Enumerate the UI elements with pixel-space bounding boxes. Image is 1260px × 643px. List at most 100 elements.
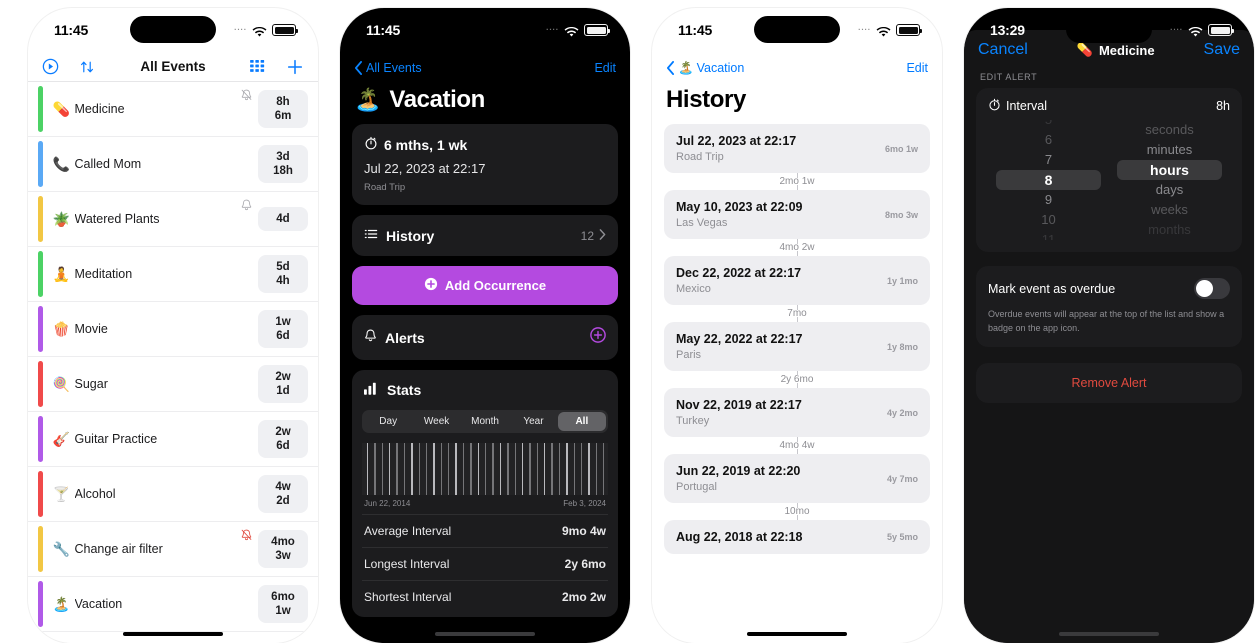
event-row[interactable]: 🪴 Watered Plants 4d: [28, 192, 318, 247]
number-option[interactable]: 7: [996, 150, 1100, 170]
history-entry[interactable]: Aug 22, 2018 at 22:18 5y 5mo: [664, 520, 930, 554]
elapsed-secondary: 4h: [276, 275, 290, 287]
back-button[interactable]: 🏝️ Vacation: [666, 61, 744, 76]
history-gap-label: 2y 6mo: [664, 371, 930, 388]
elapsed-secondary: 6d: [276, 330, 290, 342]
phone-edit-alert: 13:29 .... Cancel 💊 Medicine Save EDIT A…: [964, 8, 1254, 643]
history-entry[interactable]: May 10, 2023 at 22:09 Las Vegas 8mo 3w: [664, 190, 930, 239]
timeline-tick: [374, 443, 376, 495]
bell-slash-icon: [241, 88, 252, 101]
history-entry-note: Turkey: [676, 415, 710, 427]
elapsed-primary: 4d: [276, 212, 290, 225]
stats-segmented-control[interactable]: Day Week Month Year All: [362, 410, 608, 433]
history-entry-note: Mexico: [676, 283, 711, 295]
stats-segment-month[interactable]: Month: [461, 412, 509, 431]
event-row[interactable]: 📞 Called Mom 3d 18h: [28, 137, 318, 192]
stat-row: Shortest Interval 2mo 2w: [362, 580, 608, 613]
event-emoji: 🍿: [52, 320, 71, 337]
number-option[interactable]: 6: [996, 130, 1100, 150]
number-option[interactable]: 8: [996, 170, 1101, 190]
overdue-toggle[interactable]: [1194, 278, 1230, 299]
grid-view-icon[interactable]: [250, 59, 266, 74]
add-alert-icon[interactable]: [590, 327, 606, 348]
list-icon: [364, 227, 378, 244]
elapsed-secondary: 1w: [275, 605, 291, 617]
unit-option[interactable]: days: [1117, 180, 1221, 200]
add-occurrence-label: Add Occurrence: [444, 278, 547, 293]
events-toolbar: All Events: [28, 52, 318, 82]
interval-picker-card: Interval 8h 567891011 secondsminuteshour…: [976, 88, 1242, 252]
event-row[interactable]: 💊 Medicine 8h 6m: [28, 82, 318, 137]
event-elapsed-badge: 1w 6d: [258, 309, 308, 349]
history-entry-date: Jul 22, 2023 at 22:17: [676, 134, 797, 148]
remove-alert-button[interactable]: Remove Alert: [976, 363, 1242, 403]
alerts-row[interactable]: Alerts: [352, 315, 618, 360]
plus-circle-filled-icon: [424, 277, 438, 294]
unit-option[interactable]: months: [1117, 220, 1221, 240]
screenshot-stage: 11:45 .... All Events 💊 Medicine 8h 6m 📞…: [0, 0, 1260, 643]
phone-history: 11:45 .... 🏝️ Vacation Edit History Jul …: [652, 8, 942, 643]
stats-segment-year[interactable]: Year: [509, 412, 557, 431]
cancel-button[interactable]: Cancel: [978, 41, 1028, 59]
event-row[interactable]: 🍸 Alcohol 4w 2d: [28, 467, 318, 522]
elapsed-primary: 2w: [275, 425, 291, 438]
plus-icon[interactable]: [286, 58, 304, 76]
history-entry-ago: 4y 7mo: [886, 473, 918, 484]
event-row[interactable]: 🎸 Guitar Practice 2w 6d: [28, 412, 318, 467]
timeline-tick: [558, 443, 561, 495]
back-button[interactable]: All Events: [354, 61, 422, 75]
history-count: 12: [580, 228, 594, 243]
history-row[interactable]: History 12: [352, 215, 618, 256]
elapsed-secondary: 3w: [275, 550, 291, 562]
save-button[interactable]: Save: [1204, 41, 1240, 59]
event-row[interactable]: 🧘 Meditation 5d 4h: [28, 247, 318, 302]
history-entry[interactable]: Dec 22, 2022 at 22:17 Mexico 1y 1mo: [664, 256, 930, 305]
event-name: Vacation: [74, 597, 123, 611]
event-emoji: 🍸: [52, 485, 71, 502]
occurrence-timeline-chart: [362, 443, 608, 495]
event-row[interactable]: 🍿 Movie 1w 6d: [28, 302, 318, 357]
edit-button[interactable]: Edit: [906, 61, 928, 75]
history-entry[interactable]: Jun 22, 2019 at 22:20 Portugal 4y 7mo: [664, 454, 930, 503]
unit-option[interactable]: hours: [1117, 160, 1222, 180]
unit-option[interactable]: minutes: [1117, 140, 1221, 160]
dynamic-island: [1066, 16, 1152, 43]
history-entry[interactable]: Jul 22, 2023 at 22:17 Road Trip 6mo 1w: [664, 124, 930, 173]
history-entry[interactable]: Nov 22, 2019 at 22:17 Turkey 4y 2mo: [664, 388, 930, 437]
number-option[interactable]: 5: [996, 120, 1100, 130]
event-row[interactable]: 🍭 Sugar 2w 1d: [28, 357, 318, 412]
back-emoji: 🏝️: [678, 60, 694, 75]
unit-option[interactable]: weeks: [1117, 200, 1221, 220]
number-option[interactable]: 11: [996, 230, 1100, 240]
history-entry-note: Las Vegas: [676, 217, 728, 229]
interval-picker[interactable]: 567891011 secondsminuteshoursdaysweeksmo…: [988, 120, 1230, 240]
alerts-row-left: Alerts: [364, 329, 425, 346]
edit-button[interactable]: Edit: [594, 61, 616, 75]
summary-card[interactable]: 6 mths, 1 wk Jul 22, 2023 at 22:17 Road …: [352, 124, 618, 205]
timeline-tick: [603, 443, 605, 495]
stats-segment-week[interactable]: Week: [412, 412, 460, 431]
add-occurrence-button[interactable]: Add Occurrence: [352, 266, 618, 305]
sort-arrows-icon[interactable]: [79, 59, 95, 75]
number-picker-wheel[interactable]: 567891011: [988, 120, 1109, 240]
number-option[interactable]: 9: [996, 190, 1100, 210]
bell-icon: [241, 198, 252, 211]
history-entry-date: Dec 22, 2022 at 22:17: [676, 266, 802, 280]
history-entry[interactable]: May 22, 2022 at 22:17 Paris 1y 8mo: [664, 322, 930, 371]
play-circle-icon[interactable]: [42, 58, 59, 75]
chart-range-labels: Jun 22, 2014 Feb 3, 2024: [362, 495, 608, 514]
cellular-dots-icon: ....: [858, 23, 871, 32]
stats-segment-day[interactable]: Day: [364, 412, 412, 431]
toolbar-left: [42, 58, 95, 75]
history-gap-label: 4mo 2w: [664, 239, 930, 256]
summary-elapsed: 6 mths, 1 wk: [384, 136, 468, 153]
stats-segment-all[interactable]: All: [557, 412, 607, 431]
unit-picker-wheel[interactable]: seconds minutes hours days weeks months: [1109, 120, 1230, 240]
screen-event-detail: 11:45 .... All Events Edit 🏝️ Vacation 6…: [340, 8, 630, 643]
unit-option[interactable]: seconds: [1117, 120, 1221, 140]
event-row[interactable]: 🔧 Change air filter 4mo 3w: [28, 522, 318, 577]
event-row[interactable]: 🏝️ Vacation 6mo 1w: [28, 577, 318, 632]
cellular-dots-icon: ....: [234, 23, 247, 32]
number-option[interactable]: 10: [996, 210, 1100, 230]
history-gap-label: 10mo: [664, 503, 930, 520]
